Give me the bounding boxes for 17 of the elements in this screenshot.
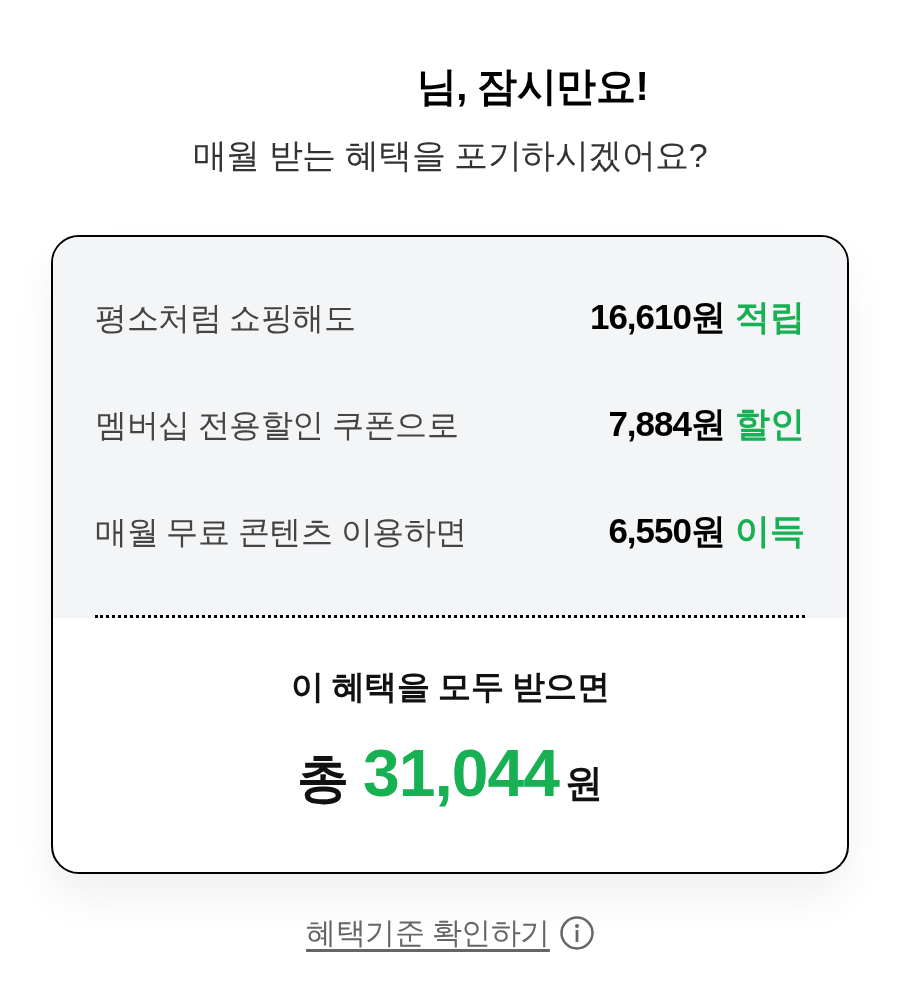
total-amount: 31,044 bbox=[363, 735, 559, 812]
benefit-amount: 7,884원 bbox=[608, 403, 725, 446]
benefit-tag: 할인 bbox=[735, 398, 805, 451]
page-title: 님, 잠시만요! bbox=[416, 63, 649, 110]
total-unit: 원 bbox=[564, 761, 603, 806]
info-icon[interactable] bbox=[559, 915, 594, 950]
benefit-label: 매월 무료 콘텐츠 이용하면 bbox=[95, 512, 467, 552]
benefit-tag: 이득 bbox=[735, 505, 805, 558]
benefit-amount: 16,610원 bbox=[589, 296, 725, 339]
benefit-tag: 적립 bbox=[735, 291, 805, 344]
page-subtitle: 매월 받는 혜택을 포기하시겠어요? bbox=[192, 135, 708, 176]
benefit-amount: 6,550원 bbox=[608, 510, 725, 553]
summary-caption: 이 혜택을 모두 받으면 bbox=[290, 667, 610, 707]
benefit-criteria-link[interactable]: 혜택기준 확인하기 bbox=[306, 910, 550, 955]
benefit-label: 멤버십 전용할인 쿠폰으로 bbox=[95, 405, 459, 445]
total-prefix: 총 bbox=[297, 748, 350, 809]
benefit-label: 평소처럼 쇼핑해도 bbox=[95, 298, 356, 338]
